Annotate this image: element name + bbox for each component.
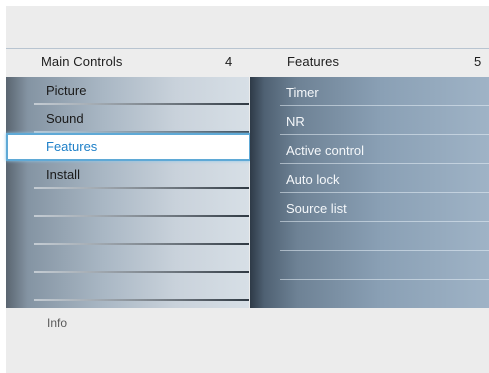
feature-item-source-list[interactable]: Source list — [250, 193, 489, 222]
menu-item-label: Picture — [46, 83, 87, 98]
feature-item-empty — [250, 251, 489, 280]
main-controls-count: 4 — [225, 54, 233, 69]
feature-item-label: NR — [286, 114, 305, 129]
menu-item-picture[interactable]: Picture — [6, 77, 249, 105]
feature-item-active-control[interactable]: Active control — [250, 135, 489, 164]
feature-item-label: Timer — [286, 85, 319, 100]
feature-item-empty — [250, 222, 489, 251]
menu-item-sound[interactable]: Sound — [6, 105, 249, 133]
menu-header: Main Controls 4 Features 5 — [6, 48, 489, 77]
menu-item-empty — [6, 189, 249, 217]
menu-item-install[interactable]: Install — [6, 161, 249, 189]
feature-item-auto-lock[interactable]: Auto lock — [250, 164, 489, 193]
main-controls-title: Main Controls — [41, 54, 123, 69]
feature-item-label: Source list — [286, 201, 347, 216]
main-controls-list: Picture Sound Features Install — [6, 77, 251, 308]
feature-item-timer[interactable]: Timer — [250, 77, 489, 106]
menu-item-empty — [6, 245, 249, 273]
menu-item-label: Features — [46, 139, 98, 154]
menu-item-label: Sound — [46, 111, 84, 126]
row-divider — [34, 299, 249, 301]
tv-menu-screen: Main Controls 4 Features 5 Picture Sound… — [6, 6, 489, 373]
features-title: Features — [287, 54, 340, 69]
feature-item-nr[interactable]: NR — [250, 106, 489, 135]
menu-item-empty — [6, 273, 249, 301]
menu-item-label: Install — [46, 167, 80, 182]
feature-item-empty — [250, 280, 489, 309]
features-list: Timer NR Active control Auto lock Source… — [250, 77, 489, 308]
info-label: Info — [47, 316, 68, 330]
feature-item-label: Auto lock — [286, 172, 340, 187]
menu-item-features[interactable]: Features — [6, 133, 251, 161]
features-count: 5 — [474, 54, 482, 69]
menu-item-empty — [6, 217, 249, 245]
feature-item-label: Active control — [286, 143, 365, 158]
